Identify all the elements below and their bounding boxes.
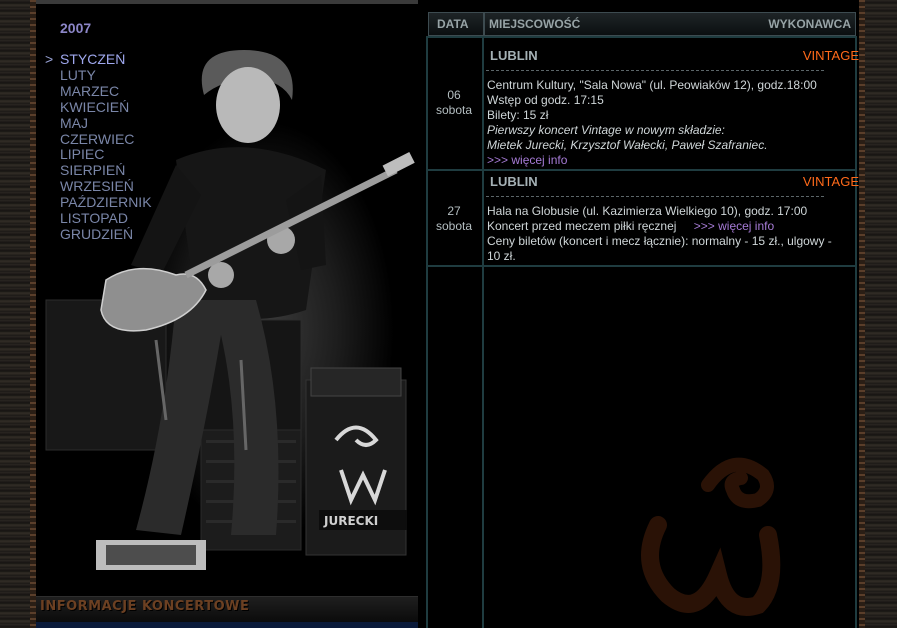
active-month-marker: [45, 227, 60, 243]
month-item-11[interactable]: LISTOPAD: [45, 210, 152, 227]
grid-line: [426, 169, 857, 171]
month-item-1[interactable]: > STYCZEŃ: [45, 51, 152, 68]
event-details: Centrum Kultury, "Sala Nowa" (ul. Peowia…: [487, 78, 855, 168]
month-item-5[interactable]: MAJ: [45, 114, 152, 132]
bottom-strip: [36, 622, 418, 628]
month-item-3[interactable]: MARZEC: [45, 82, 152, 100]
right-decorative-border: [859, 0, 897, 628]
event-entry: Wstęp od godz. 17:15: [487, 93, 604, 107]
event-tickets: Bilety: 15 zł: [487, 108, 549, 122]
month-label: WRZESIEŃ: [60, 178, 134, 195]
month-label: STYCZEŃ: [60, 51, 126, 67]
event-venue: Hala na Globusie (ul. Kazimierza Wielkie…: [487, 204, 808, 218]
active-month-marker: [45, 132, 60, 148]
grid-line: [855, 36, 857, 628]
month-label: GRUDZIEŃ: [60, 225, 134, 242]
month-item-8[interactable]: SIERPIEŃ: [45, 162, 152, 179]
event-artist-link[interactable]: VINTAGE: [803, 48, 859, 63]
active-month-marker: [45, 84, 60, 100]
header-date-label: DATA: [437, 17, 469, 31]
event-date: 06 sobota: [426, 88, 482, 118]
watermark-logo-icon: [641, 457, 781, 616]
month-label: SIERPIEŃ: [60, 162, 126, 179]
event-description: Koncert przed meczem piłki ręcznej >>> w…: [487, 219, 855, 234]
month-label: CZERWIEC: [60, 130, 135, 147]
section-caption: INFORMACJE KONCERTOWE: [40, 599, 250, 614]
month-item-4[interactable]: KWIECIEŃ: [45, 98, 152, 116]
month-label: MAJ: [60, 114, 88, 131]
month-item-2[interactable]: LUTY: [45, 66, 152, 84]
active-month-marker: [45, 211, 60, 227]
concert-table: DATA MIEJSCOWOŚĆ WYKONAWCA LUBLIN VINTAG…: [418, 0, 859, 628]
amp-brand-label: JURECKI: [323, 514, 378, 528]
header-date: DATA: [428, 12, 484, 36]
month-item-9[interactable]: WRZESIEŃ: [45, 178, 152, 195]
more-info-link[interactable]: >>> więcej info: [694, 219, 774, 233]
active-month-marker: [45, 195, 60, 211]
month-item-7[interactable]: LIPIEC: [45, 147, 152, 163]
month-label: LISTOPAD: [60, 210, 128, 227]
row-separator: [486, 196, 824, 197]
event-note: Pierwszy koncert Vintage w nowym składzi…: [487, 123, 725, 137]
month-item-12[interactable]: GRUDZIEŃ: [45, 225, 152, 243]
month-label: MARZEC: [60, 82, 120, 99]
event-city: LUBLIN: [490, 174, 538, 189]
left-decorative-border: [0, 0, 36, 628]
active-month-marker: >: [45, 51, 54, 67]
month-menu: > STYCZEŃ LUTY MARZEC KWIECIEŃ MAJ CZERWIEC LIP…: [45, 51, 152, 243]
month-item-6[interactable]: CZERWIEC: [45, 130, 152, 148]
event-weekday: sobota: [435, 219, 473, 233]
month-label: PAŹDZIERNIK: [60, 194, 152, 211]
event-desc-text: Koncert przed meczem piłki ręcznej: [487, 219, 677, 233]
grid-line: [426, 265, 857, 267]
header-place-label: MIEJSCOWOŚĆ: [489, 17, 581, 31]
panel-top-line: [36, 0, 418, 4]
month-label: LUTY: [60, 66, 96, 83]
grid-line: [482, 36, 484, 628]
header-artist-label: WYKONAWCA: [768, 17, 851, 31]
event-lineup: Mietek Jurecki, Krzysztof Wałecki, Paweł…: [487, 138, 768, 152]
header-place-artist: MIEJSCOWOŚĆ WYKONAWCA: [484, 12, 856, 36]
event-weekday: sobota: [435, 103, 473, 117]
active-month-marker: [45, 100, 60, 116]
year-heading: 2007: [60, 20, 92, 36]
event-day: 06: [447, 88, 461, 102]
active-month-marker: [45, 147, 60, 163]
event-prices: Ceny biletów (koncert i mecz łącznie): n…: [487, 234, 832, 248]
month-item-10[interactable]: PAŹDZIERNIK: [45, 194, 152, 211]
caption-bar: INFORMACJE KONCERTOWE: [36, 596, 418, 623]
month-label: LIPIEC: [60, 146, 105, 163]
event-date: 27 sobota: [426, 204, 482, 234]
grid-line: [426, 36, 428, 628]
grid-line: [426, 36, 857, 38]
active-month-marker: [45, 116, 60, 132]
more-info-link[interactable]: >>> więcej info: [487, 153, 855, 168]
active-month-marker: [45, 163, 60, 179]
month-label: KWIECIEŃ: [60, 98, 130, 115]
active-month-marker: [45, 68, 60, 84]
event-day: 27: [447, 204, 461, 218]
row-separator: [486, 70, 824, 71]
event-prices-cont: 10 zł.: [487, 249, 516, 263]
event-artist-link[interactable]: VINTAGE: [803, 174, 859, 189]
left-panel: JURECKI 2007 > STYCZEŃ LUTY MARZEC KWIECI: [36, 0, 418, 628]
active-month-marker: [45, 179, 60, 195]
event-venue: Centrum Kultury, "Sala Nowa" (ul. Peowia…: [487, 78, 817, 92]
event-city: LUBLIN: [490, 48, 538, 63]
event-details: Hala na Globusie (ul. Kazimierza Wielkie…: [487, 204, 855, 264]
